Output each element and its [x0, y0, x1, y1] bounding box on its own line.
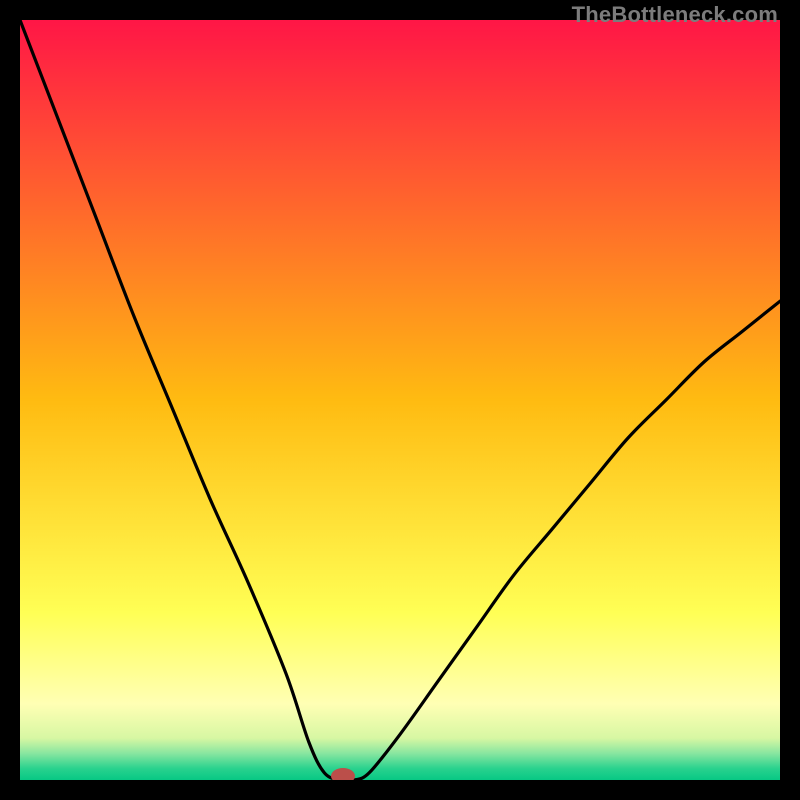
- plot-area: [20, 20, 780, 780]
- chart-svg: [20, 20, 780, 780]
- chart-frame: TheBottleneck.com: [0, 0, 800, 800]
- watermark-text: TheBottleneck.com: [572, 2, 778, 28]
